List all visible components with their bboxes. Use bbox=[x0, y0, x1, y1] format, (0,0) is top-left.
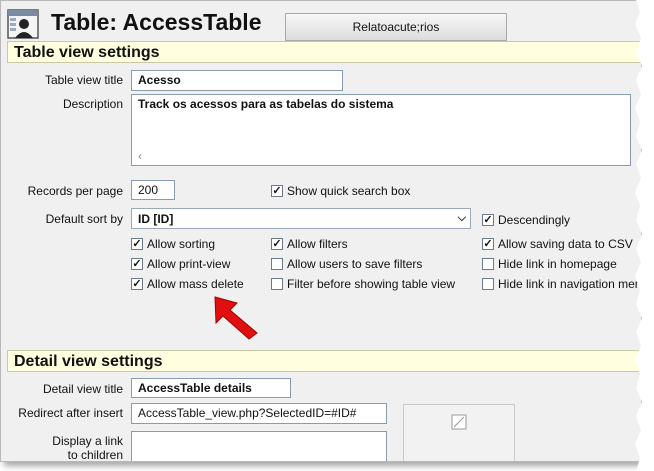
description-label: Description bbox=[62, 97, 123, 111]
scroll-left-icon[interactable]: ‹ bbox=[138, 149, 142, 163]
allow-filters-checkbox[interactable]: ✓ Allow filters bbox=[271, 237, 348, 251]
checkbox-checked-icon: ✓ bbox=[482, 214, 494, 226]
description-textarea[interactable]: Track os acessos para as tabelas do sist… bbox=[131, 94, 631, 166]
allow-sorting-checkbox[interactable]: ✓ Allow sorting bbox=[131, 237, 215, 251]
allow-users-save-filters-checkbox[interactable]: Allow users to save filters bbox=[271, 257, 422, 271]
records-per-page-input[interactable]: 200 bbox=[131, 180, 175, 200]
default-sort-select[interactable]: ID [ID] ⌵ bbox=[131, 208, 471, 229]
allow-saving-csv-checkbox[interactable]: ✓ Allow saving data to CSV bbox=[482, 237, 633, 251]
checkbox-unchecked-icon bbox=[271, 258, 283, 270]
table-view-section-header: Table view settings bbox=[7, 41, 641, 63]
reports-button[interactable]: Relatoacute;rios bbox=[285, 13, 507, 41]
window: Table: AccessTable Relatoacute;rios Tabl… bbox=[0, 0, 642, 462]
checkbox-checked-icon: ✓ bbox=[482, 238, 494, 250]
checkbox-checked-icon: ✓ bbox=[131, 278, 143, 290]
red-arrow-icon bbox=[207, 293, 263, 346]
hide-link-nav-checkbox[interactable]: Hide link in navigation menu bbox=[482, 277, 641, 291]
display-link-label: Display a link to children bbox=[52, 434, 123, 462]
checkbox-checked-icon: ✓ bbox=[271, 238, 283, 250]
checkbox-unchecked-icon bbox=[482, 258, 494, 270]
checkbox-checked-icon: ✓ bbox=[131, 238, 143, 250]
redirect-after-insert-label: Redirect after insert bbox=[18, 406, 123, 420]
checkbox-unchecked-icon bbox=[482, 278, 494, 290]
hide-link-homepage-checkbox[interactable]: Hide link in homepage bbox=[482, 257, 617, 271]
records-per-page-label: Records per page bbox=[27, 184, 123, 198]
display-link-input[interactable] bbox=[131, 431, 387, 461]
image-placeholder[interactable] bbox=[403, 404, 515, 461]
filter-before-show-checkbox[interactable]: Filter before showing table view bbox=[271, 277, 455, 291]
detail-view-title-label: Detail view title bbox=[42, 382, 123, 396]
detail-view-title-input[interactable]: AccessTable details bbox=[131, 378, 291, 398]
redirect-after-insert-input[interactable]: AccessTable_view.php?SelectedID=#ID# bbox=[131, 403, 387, 424]
table-view-title-label: Table view title bbox=[44, 73, 123, 87]
header: Table: AccessTable Relatoacute;rios bbox=[5, 5, 641, 41]
allow-mass-delete-checkbox[interactable]: ✓ Allow mass delete bbox=[131, 277, 244, 291]
detail-view-section-header: Detail view settings bbox=[7, 350, 641, 372]
default-sort-label: Default sort by bbox=[45, 212, 123, 226]
checkbox-checked-icon: ✓ bbox=[131, 258, 143, 270]
allow-print-view-checkbox[interactable]: ✓ Allow print-view bbox=[131, 257, 230, 271]
table-view-title-input[interactable]: Acesso bbox=[131, 70, 343, 91]
image-placeholder-icon bbox=[451, 414, 467, 430]
description-text: Track os acessos para as tabelas do sist… bbox=[138, 97, 394, 111]
user-table-icon bbox=[7, 9, 39, 39]
checkbox-unchecked-icon bbox=[271, 278, 283, 290]
page-title: Table: AccessTable bbox=[51, 9, 262, 35]
checkbox-checked-icon: ✓ bbox=[271, 185, 283, 197]
descending-checkbox[interactable]: ✓ Descendingly bbox=[482, 213, 570, 227]
chevron-down-icon: ⌵ bbox=[457, 212, 466, 224]
torn-edge-decoration bbox=[635, 0, 654, 471]
quick-search-checkbox[interactable]: ✓ Show quick search box bbox=[271, 184, 410, 198]
